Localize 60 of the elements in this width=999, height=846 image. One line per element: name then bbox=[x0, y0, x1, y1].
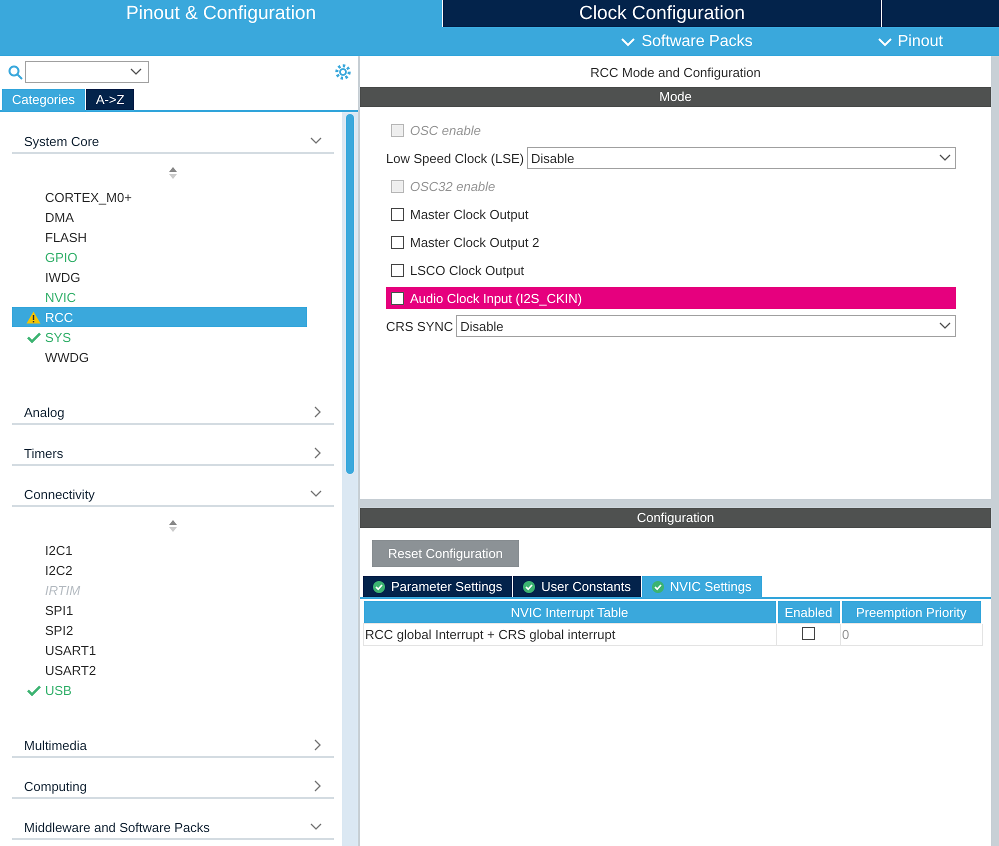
table-cell: RCC global Interrupt + CRS global interrupt bbox=[364, 624, 776, 646]
peripheral-item[interactable]: SPI2 bbox=[12, 620, 307, 640]
chevron-down-icon bbox=[310, 137, 322, 145]
peripheral-item[interactable]: FLASH bbox=[12, 227, 307, 247]
panel-title: RCC Mode and Configuration bbox=[589, 64, 762, 82]
chevron-down-icon bbox=[878, 36, 892, 46]
category-header[interactable]: Computing bbox=[12, 767, 334, 799]
settings-tab[interactable]: User Constants bbox=[513, 576, 641, 597]
peripheral-item[interactable]: DMA bbox=[12, 207, 307, 227]
scrollbar[interactable] bbox=[342, 112, 358, 846]
dropdown[interactable]: Disable bbox=[527, 147, 956, 169]
peripheral-item[interactable]: USART1 bbox=[12, 640, 307, 660]
field-label: Low Speed Clock (LSE) bbox=[386, 150, 524, 166]
checkbox-option[interactable]: Master Clock Output 2 bbox=[386, 231, 956, 253]
warning-icon bbox=[26, 310, 41, 324]
category-header[interactable]: Multimedia bbox=[12, 726, 334, 758]
dropdown[interactable]: Disable bbox=[456, 315, 956, 337]
peripheral-item[interactable]: SPI1 bbox=[12, 600, 307, 620]
error-checkbox-row[interactable]: Audio Clock Input (I2S_CKIN) bbox=[386, 287, 956, 309]
peripheral-item[interactable]: I2C2 bbox=[12, 560, 307, 580]
peripheral-item[interactable]: IWDG bbox=[12, 267, 307, 287]
top-tab[interactable]: Clock Configuration bbox=[442, 0, 881, 27]
chevron-down-icon bbox=[621, 36, 636, 46]
check-circle-icon bbox=[652, 580, 664, 592]
settings-icon[interactable] bbox=[334, 63, 352, 81]
category-header[interactable]: Middleware and Software Packs bbox=[12, 808, 334, 840]
search-field[interactable] bbox=[25, 61, 149, 83]
peripheral-item[interactable]: USART2 bbox=[12, 660, 307, 680]
chevron-right-icon bbox=[314, 406, 322, 418]
checkbox-option[interactable]: Master Clock Output bbox=[386, 203, 956, 225]
settings-tab[interactable]: Parameter Settings bbox=[363, 576, 512, 597]
category-header[interactable]: Analog bbox=[12, 393, 334, 425]
peripheral-item[interactable]: I2C1 bbox=[12, 540, 307, 560]
check-circle-icon bbox=[523, 580, 536, 592]
chevron-right-icon bbox=[314, 780, 322, 792]
scroll-arrows-icon bbox=[169, 520, 177, 532]
category-header[interactable]: Connectivity bbox=[12, 475, 334, 507]
section-header: Configuration bbox=[360, 508, 991, 528]
checkmark-icon bbox=[27, 332, 41, 342]
chevron-down-icon bbox=[130, 68, 142, 76]
peripheral-item[interactable]: WWDG bbox=[12, 347, 307, 367]
chevron-down-icon bbox=[310, 490, 322, 498]
view-tab[interactable]: A->Z bbox=[86, 89, 134, 110]
section-header: Mode bbox=[360, 87, 991, 107]
peripheral-item[interactable]: CORTEX_M0+ bbox=[12, 187, 307, 207]
chevron-right-icon bbox=[314, 447, 322, 459]
field-label: CRS SYNC bbox=[386, 318, 454, 334]
table-cell: 0 bbox=[840, 624, 982, 646]
chevron-down-icon bbox=[310, 823, 322, 831]
scroll-arrows-icon bbox=[169, 167, 177, 179]
category-header[interactable]: Timers bbox=[12, 434, 334, 466]
chevron-down-icon bbox=[939, 322, 951, 330]
checkmark-icon bbox=[27, 684, 41, 696]
category-header[interactable]: System Core bbox=[12, 122, 334, 154]
chevron-down-icon bbox=[939, 154, 951, 162]
checkbox-option[interactable]: LSCO Clock Output bbox=[386, 259, 956, 281]
enabled-checkbox[interactable] bbox=[802, 626, 815, 640]
search-icon bbox=[8, 64, 23, 80]
chevron-right-icon bbox=[314, 739, 322, 751]
check-circle-icon bbox=[373, 580, 385, 592]
